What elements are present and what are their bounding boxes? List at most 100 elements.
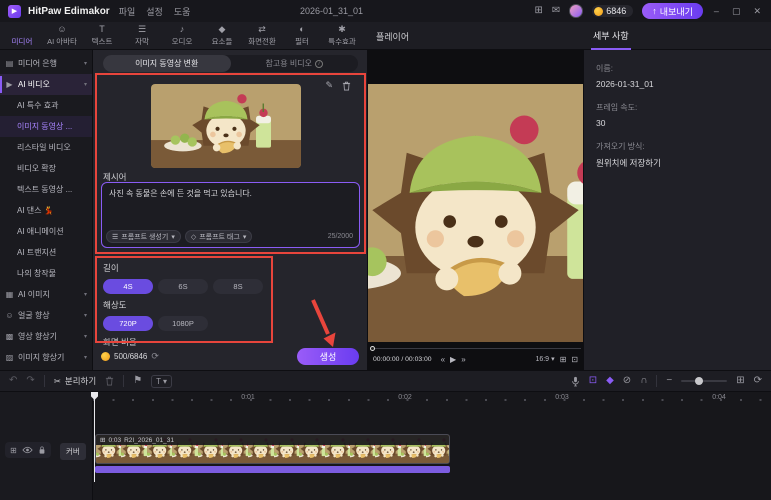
undo-icon[interactable]: ↶ — [9, 376, 17, 386]
length-option-6s[interactable]: 6S — [158, 279, 208, 294]
sidebar-item-ai-transition[interactable]: AI 트랜지션 — [0, 242, 92, 263]
image-enhance-icon: ▨ — [5, 353, 14, 362]
lock-icon[interactable] — [38, 445, 46, 455]
tab-ai-avatar[interactable]: ☺ AI 아바타 — [42, 22, 82, 50]
delete-icon[interactable] — [342, 81, 351, 91]
ruler-mark: 0:03 — [555, 394, 569, 401]
mute-icon[interactable]: ⊘ — [623, 376, 631, 386]
minimize-button[interactable]: – — [712, 6, 721, 16]
sidebar-item-my-creations[interactable]: 나의 창작물 — [0, 263, 92, 284]
fit-timeline-icon[interactable]: ⊞ — [736, 376, 744, 386]
sidebar-item-ai-dance[interactable]: AI 댄스 💃 — [0, 200, 92, 221]
resolution-option-1080p[interactable]: 1080P — [158, 316, 208, 331]
magnet-icon[interactable]: ∩ — [640, 376, 647, 386]
previous-frame-button[interactable]: « — [441, 355, 445, 364]
playhead[interactable] — [94, 392, 95, 482]
marker-icon[interactable]: ⚑ — [133, 376, 142, 386]
snapshot-icon[interactable]: ⊞ — [560, 355, 567, 364]
tab-transitions[interactable]: ⇄ 화면전환 — [242, 22, 282, 50]
refresh-timeline-icon[interactable]: ⟳ — [754, 376, 762, 386]
sidebar-item-ai-animation[interactable]: AI 애니메이션 — [0, 221, 92, 242]
video-enhance-icon: ▩ — [5, 332, 14, 341]
sidebar-item-image-enhancer[interactable]: ▨ 이미지 향상기 ▾ — [0, 347, 92, 368]
eye-icon[interactable] — [22, 446, 33, 454]
text-icon: T — [99, 24, 105, 34]
sidebar-item-face-enhance[interactable]: ☺ 얼굴 향상 ▾ — [0, 305, 92, 326]
track-menu-icon[interactable]: ⊞ — [10, 446, 17, 455]
mic-icon[interactable] — [571, 376, 580, 387]
timeline-ruler[interactable]: 0:01 0:02 0:03 0:04 — [93, 392, 771, 406]
sidebar-item-media-bank[interactable]: ▤ 미디어 은행 ▾ — [0, 53, 92, 74]
name-value: 2026-01-31_01 — [596, 79, 654, 89]
tab-image-to-video[interactable]: 이미지 동영상 변환 — [103, 55, 231, 72]
layout-icon[interactable]: ⊞ — [534, 6, 542, 16]
refresh-icon[interactable]: ⟳ — [151, 351, 159, 362]
text-tool-button[interactable]: T ▾ — [151, 374, 173, 388]
video-clip[interactable]: ⊞ 0:03 R2I_2026_01_31 — [95, 434, 450, 464]
sidebar-item-video-enhancer[interactable]: ▩ 영상 향상기 ▾ — [0, 326, 92, 347]
ai-panel-footer: 500/6846 ⟳ 생성 — [101, 348, 359, 365]
tab-text[interactable]: T 텍스트 — [82, 22, 122, 50]
sidebar-item-ai-image[interactable]: ▦ AI 이미지 ▾ — [0, 284, 92, 305]
tab-reference-video[interactable]: 참고용 비디오 i — [231, 55, 359, 72]
split-button[interactable]: ✂ 분리하기 — [54, 375, 96, 387]
menu-icon: ☰ — [112, 233, 119, 241]
sidebar-item-image-to-video[interactable]: 이미지 동영상 ... — [0, 116, 92, 137]
close-button[interactable]: ✕ — [751, 6, 763, 17]
sidebar-item-ai-effects[interactable]: AI 특수 효과 — [0, 95, 92, 116]
feedback-icon[interactable]: ✉ — [552, 6, 560, 16]
transition-icon: ⇄ — [258, 24, 266, 34]
sidebar-item-text-to-video[interactable]: 텍스트 동영상 ... — [0, 179, 92, 200]
coin-icon — [101, 352, 110, 361]
next-frame-button[interactable]: » — [461, 355, 465, 364]
prompt-generator-button[interactable]: ☰ 프롬프트 생성기 ▾ — [106, 230, 181, 243]
generate-button[interactable]: 생성 — [297, 348, 359, 365]
keyframe-icon[interactable]: ◆ — [606, 376, 614, 386]
length-option-4s[interactable]: 4S — [103, 279, 153, 294]
timeline-zoom-slider[interactable] — [681, 377, 728, 385]
caption-track-icon[interactable]: ⊡ — [589, 376, 597, 386]
source-image-preview[interactable] — [151, 84, 301, 168]
redo-icon[interactable]: ↷ — [26, 376, 34, 386]
zoom-slider-handle[interactable] — [695, 377, 704, 385]
edit-icon[interactable]: ✎ — [325, 80, 333, 91]
tab-media[interactable]: 미디어 — [2, 22, 42, 50]
export-label: 내보내기 — [659, 6, 693, 17]
menu-settings[interactable]: 설정 — [144, 5, 165, 18]
tab-audio[interactable]: ♪ 오디오 — [162, 22, 202, 50]
maximize-button[interactable]: ▢ — [730, 6, 743, 17]
credits-badge[interactable]: 6846 — [592, 5, 634, 17]
sidebar-item-video-extend[interactable]: 비디오 확장 — [0, 158, 92, 179]
fullscreen-icon[interactable]: ⊡ — [571, 355, 578, 364]
ruler-mark: 0:01 — [241, 394, 255, 401]
ratio-label: 화면 비율 — [103, 337, 137, 347]
tab-elements[interactable]: ◆ 요소들 — [202, 22, 242, 50]
prompt-tag-button[interactable]: ◇ 프롬프트 태그 ▾ — [184, 230, 253, 243]
resolution-option-720p[interactable]: 720P — [103, 316, 153, 331]
clip-icon: ⊞ — [100, 437, 106, 444]
tab-filters[interactable]: ◐ 필터 — [282, 22, 322, 50]
menu-file[interactable]: 파일 — [117, 5, 138, 18]
project-title: 2026-01_31_01 — [300, 6, 364, 16]
play-button[interactable]: ▶ — [450, 355, 456, 364]
filter-icon: ◐ — [299, 24, 305, 34]
length-option-8s[interactable]: 8S — [213, 279, 263, 294]
export-button[interactable]: ↑ 내보내기 — [642, 3, 703, 19]
annotation-arrow — [311, 299, 336, 347]
coin-icon — [594, 6, 604, 16]
prompt-text[interactable]: 사진 속 동물은 손에 든 것을 먹고 있습니다. — [109, 188, 352, 199]
menu-help[interactable]: 도움 — [172, 5, 193, 18]
sidebar-item-restyle-video[interactable]: 리스타일 비디오 — [0, 137, 92, 158]
prompt-input[interactable]: 사진 속 동물은 손에 든 것을 먹고 있습니다. ☰ 프롬프트 생성기 ▾ ◇… — [101, 182, 360, 248]
avatar[interactable] — [569, 4, 584, 18]
tab-effects[interactable]: ✱ 특수효과 — [322, 22, 362, 50]
delete-icon[interactable] — [105, 376, 114, 386]
audio-track-bar[interactable] — [95, 466, 450, 473]
tab-details[interactable]: 세부 사항 — [591, 22, 631, 50]
tab-subtitle[interactable]: ☰ 자막 — [122, 22, 162, 50]
aspect-ratio-select[interactable]: 16:9 ▾ — [535, 355, 554, 364]
cover-button[interactable]: 커버 — [60, 443, 86, 460]
video-preview[interactable] — [368, 84, 583, 342]
zoom-out-icon[interactable]: − — [666, 376, 672, 386]
sidebar-item-ai-video[interactable]: ▶ AI 비디오 ▾ — [0, 74, 92, 95]
